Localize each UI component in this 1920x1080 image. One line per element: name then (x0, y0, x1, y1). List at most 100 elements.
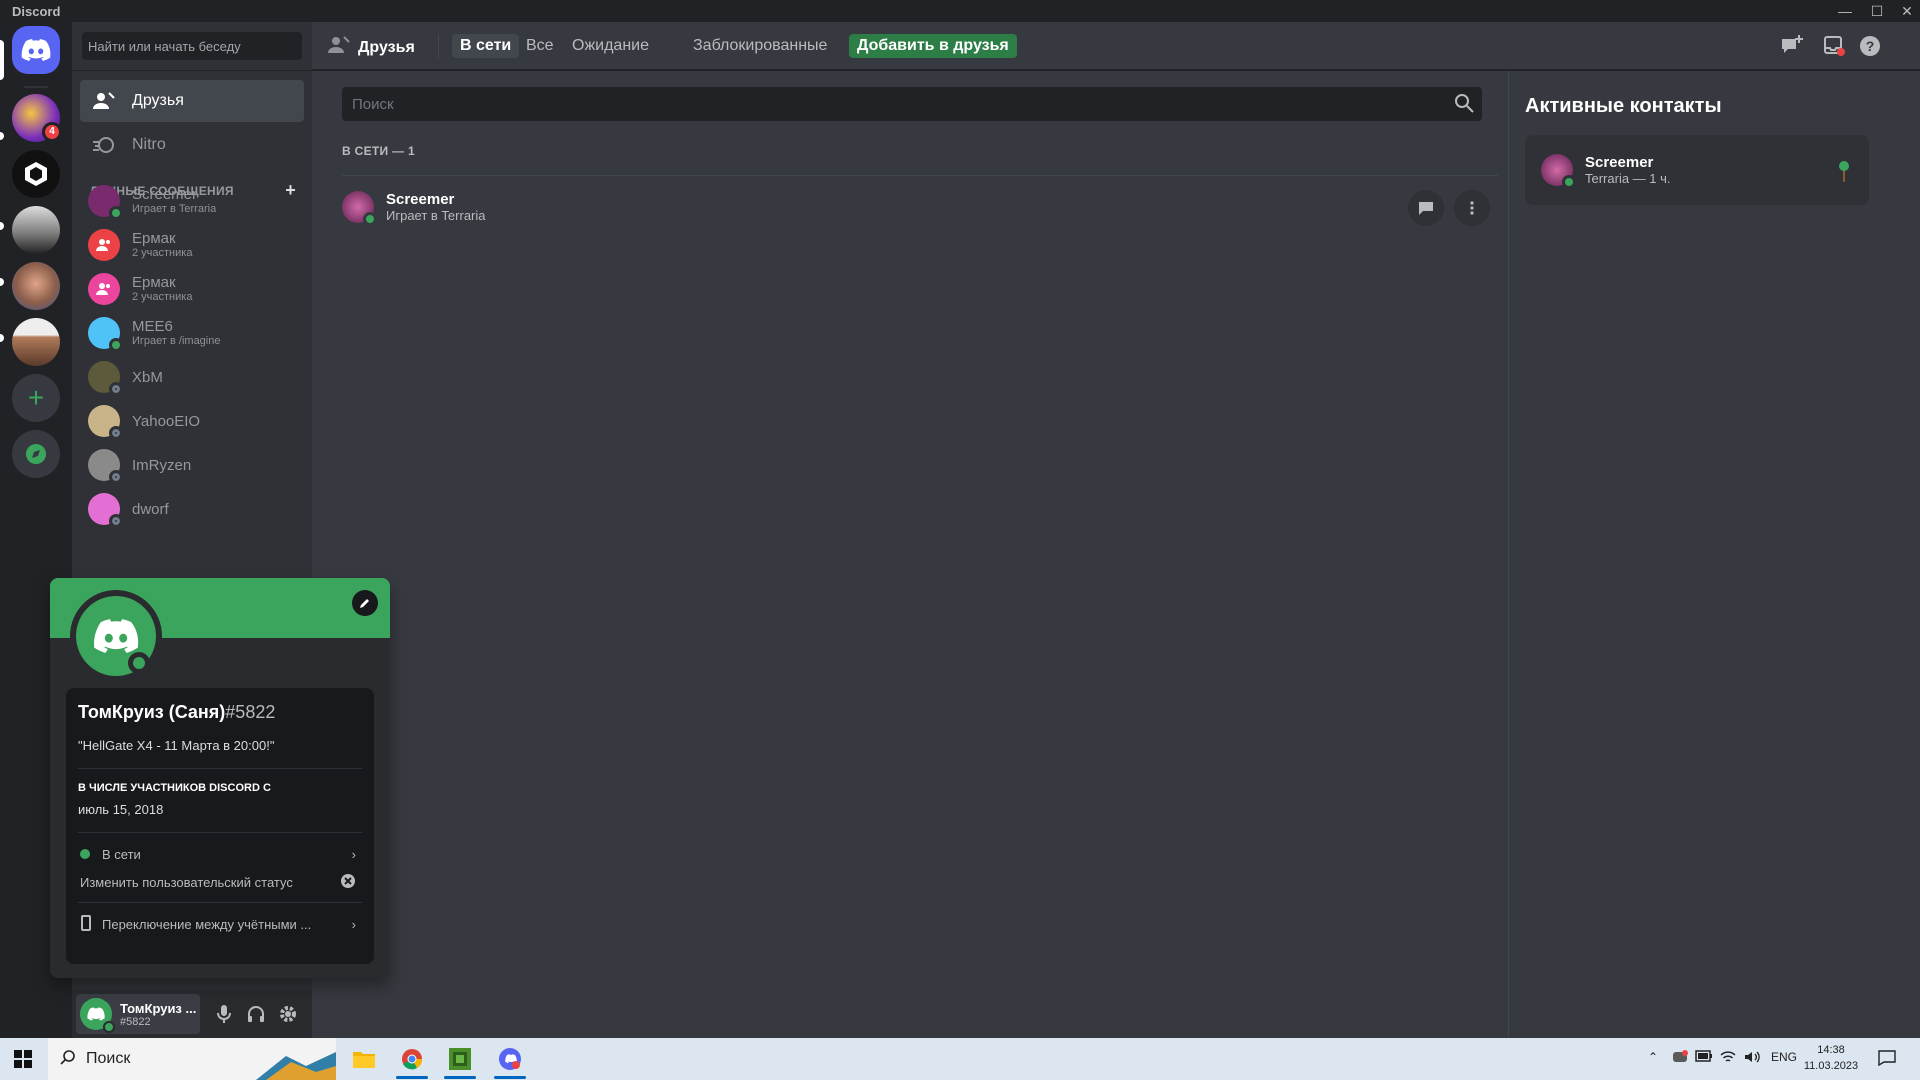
clear-status-icon[interactable] (340, 873, 356, 892)
microphone-icon[interactable] (212, 1002, 236, 1026)
battery-icon[interactable] (1695, 1050, 1713, 1065)
add-friend-button[interactable]: Добавить в друзья (849, 34, 1017, 58)
search-placeholder: Поиск (352, 96, 394, 113)
terraria-game-icon (1837, 160, 1851, 187)
server-icon-5[interactable] (12, 318, 60, 366)
discord-app[interactable] (486, 1038, 534, 1080)
discord-logo-icon (21, 39, 51, 61)
app-title: Discord (12, 4, 61, 19)
dm-subtitle: 2 участника (132, 291, 193, 303)
dm-subtitle: Играет в Terraria (132, 203, 217, 215)
user-panel: ТомКруиз ... #5822 (72, 990, 312, 1038)
dm-text: YahooEIO (132, 413, 200, 430)
tab-all[interactable]: Все (518, 34, 562, 58)
wifi-icon[interactable] (1720, 1050, 1736, 1067)
conversation-search-input[interactable]: Найти или начать беседу (82, 32, 302, 60)
avatar (88, 317, 123, 352)
friends-search-input[interactable]: Поиск (342, 87, 1482, 121)
dm-item[interactable]: XbM (80, 356, 304, 398)
grass-block-icon (449, 1048, 471, 1070)
show-hidden-icons-chevron-icon[interactable]: ⌃ (1648, 1050, 1658, 1064)
volume-icon[interactable] (1744, 1050, 1760, 1067)
dm-name: Ермак (132, 274, 176, 291)
nav-nitro[interactable]: Nitro (80, 124, 304, 166)
start-button[interactable] (0, 1038, 46, 1080)
window-titlebar: Discord — ☐ ✕ (0, 0, 1920, 22)
headphones-icon[interactable] (244, 1002, 268, 1026)
tab-pending[interactable]: Ожидание (564, 34, 657, 58)
dm-item[interactable]: Ермак 2 участника (80, 268, 304, 310)
server-icon-4[interactable] (12, 262, 60, 310)
minimize-button[interactable]: — (1830, 0, 1860, 22)
divider (72, 70, 312, 71)
taskbar-search[interactable]: Поиск (48, 1038, 336, 1080)
member-since-date: июль 15, 2018 (78, 802, 164, 817)
inbox-icon[interactable] (1822, 34, 1846, 58)
new-group-dm-icon[interactable] (1780, 34, 1804, 58)
close-window-button[interactable]: ✕ (1892, 0, 1920, 22)
avatar (88, 229, 120, 261)
minecraft-app[interactable] (436, 1038, 484, 1080)
custom-status-row[interactable]: Изменить пользовательский статус (74, 868, 366, 896)
maximize-button[interactable]: ☐ (1862, 0, 1892, 22)
dm-item[interactable]: Ермак 2 участника (80, 224, 304, 266)
scrollbar[interactable] (1496, 71, 1500, 1038)
help-icon[interactable]: ? (1858, 34, 1882, 58)
switch-accounts-label: Переключение между учётными ... (102, 916, 312, 932)
status-label: В сети (102, 846, 141, 862)
unread-pill-3 (0, 278, 4, 286)
input-language[interactable]: ENG (1771, 1050, 1797, 1064)
dm-name: XbM (132, 368, 163, 386)
file-explorer-app[interactable] (340, 1038, 388, 1080)
friend-row[interactable]: Screemer Играет в Terraria (342, 175, 1498, 237)
dm-item[interactable]: Screemer Играет в Terraria (80, 180, 304, 222)
selected-pill (0, 40, 4, 80)
dm-item[interactable]: MEE6 Играет в /imagine (80, 312, 304, 354)
nitro-icon (92, 133, 116, 157)
notifications-icon[interactable] (1878, 1050, 1896, 1069)
status-selector[interactable]: В сети › (74, 840, 366, 868)
discord-logo-icon (94, 619, 139, 653)
online-status-dot (109, 338, 123, 352)
divider (78, 768, 362, 769)
dm-text: dworf (132, 501, 169, 518)
avatar (1541, 154, 1576, 189)
windows-taskbar: Поиск ⌃ ENG 14:38 11.03.2023 (0, 1038, 1920, 1080)
running-indicator (494, 1076, 526, 1079)
tab-blocked[interactable]: Заблокированные (685, 34, 835, 58)
tab-online[interactable]: В сети (452, 34, 520, 58)
server-icon-unity[interactable] (12, 150, 60, 198)
rail-separator (24, 86, 48, 88)
plus-icon: + (27, 382, 45, 413)
active-now-panel: Активные контакты Screemer Terraria — 1 … (1508, 71, 1920, 1038)
offline-status-dot (109, 514, 123, 528)
discord-tray-icon[interactable] (1672, 1050, 1688, 1067)
online-status-dot (1562, 175, 1576, 189)
system-clock[interactable]: 14:38 11.03.2023 (1796, 1042, 1866, 1074)
home-button[interactable] (12, 26, 60, 74)
dm-item[interactable]: YahooEIO (80, 400, 304, 442)
settings-gear-icon[interactable] (276, 1002, 300, 1026)
pencil-icon (360, 599, 369, 608)
chat-bubble-icon (1419, 202, 1433, 215)
message-button[interactable] (1408, 190, 1444, 226)
user-account-button[interactable]: ТомКруиз ... #5822 (76, 994, 200, 1034)
clock-time: 14:38 (1817, 1044, 1845, 1056)
dm-item[interactable]: ImRyzen (80, 444, 304, 486)
nav-friends[interactable]: Друзья (80, 80, 304, 122)
dm-subtitle: 2 участника (132, 247, 193, 259)
mention-badge: 4 (42, 122, 62, 142)
edit-profile-button[interactable] (352, 590, 378, 616)
unread-pill-4 (0, 334, 4, 342)
more-options-button[interactable] (1454, 190, 1490, 226)
avatar (88, 361, 123, 396)
add-server-button[interactable]: + (12, 374, 60, 422)
active-contact-card[interactable]: Screemer Terraria — 1 ч. (1525, 135, 1869, 205)
chevron-right-icon: › (351, 916, 356, 932)
dm-text: Screemer Играет в Terraria (132, 186, 216, 216)
explore-servers-button[interactable] (12, 430, 60, 478)
chrome-app[interactable] (388, 1038, 436, 1080)
dm-item[interactable]: dworf (80, 488, 304, 530)
switch-accounts-row[interactable]: Переключение между учётными ... › (74, 910, 366, 938)
server-icon-3[interactable] (12, 206, 60, 254)
